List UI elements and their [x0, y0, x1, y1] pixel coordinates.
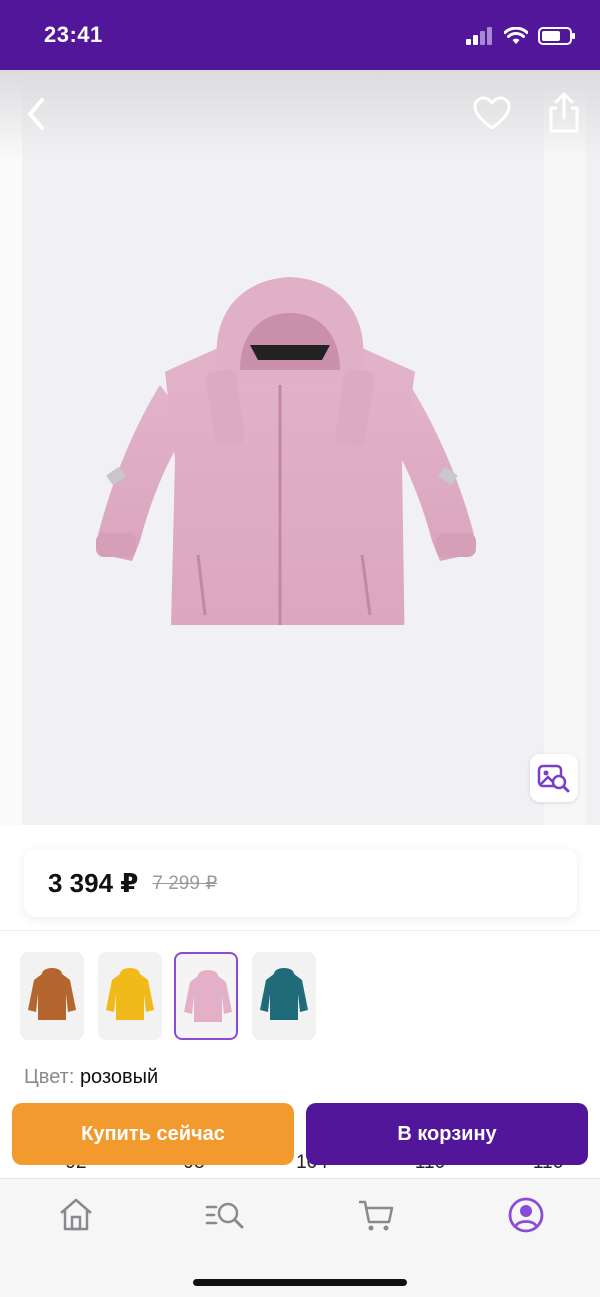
- nav-cart[interactable]: [356, 1195, 396, 1235]
- swatch-yellow[interactable]: [98, 952, 162, 1040]
- back-button[interactable]: [22, 94, 52, 134]
- product-gallery[interactable]: [0, 70, 600, 825]
- catalog-search-icon: [205, 1202, 244, 1229]
- share-button[interactable]: [546, 92, 582, 134]
- section-divider: [0, 930, 600, 931]
- nav-home[interactable]: [56, 1195, 96, 1235]
- buy-now-button[interactable]: Купить сейчас: [12, 1103, 294, 1165]
- swatch-brown[interactable]: [20, 952, 84, 1040]
- color-value: розовый: [79, 1066, 159, 1088]
- profile-icon: [508, 1197, 544, 1233]
- visual-search-button[interactable]: [530, 754, 578, 802]
- old-price: 7 299 ₽: [152, 872, 218, 894]
- home-indicator: [193, 1279, 407, 1286]
- gallery-edge-right: [544, 70, 586, 825]
- swatch-jacket-teal: [260, 968, 308, 1020]
- wifi-icon: [504, 27, 528, 44]
- battery-icon: [538, 27, 575, 45]
- swatch-teal[interactable]: [252, 952, 316, 1040]
- heart-icon: [473, 96, 511, 130]
- status-icons: [466, 24, 576, 48]
- color-info: Цвет: розовый: [24, 1066, 158, 1089]
- favorite-button[interactable]: [472, 94, 512, 134]
- swatch-jacket-pink: [184, 970, 232, 1022]
- add-to-cart-button[interactable]: В корзину: [306, 1103, 588, 1165]
- status-bar: 23:41: [0, 0, 600, 70]
- home-icon: [60, 1198, 92, 1231]
- gallery-edge: [0, 70, 22, 825]
- signal-icon: [466, 27, 492, 45]
- swatch-jacket-brown: [28, 968, 76, 1020]
- swatch-jacket-yellow: [106, 968, 154, 1020]
- color-label: Цвет:: [24, 1066, 75, 1088]
- image-search-icon: [537, 764, 570, 793]
- status-time: 23:41: [44, 22, 103, 47]
- current-price: 3 394 ₽: [48, 867, 139, 898]
- cart-icon: [359, 1200, 394, 1231]
- share-icon: [549, 92, 579, 133]
- swatch-pink[interactable]: [174, 952, 238, 1040]
- product-image-jacket[interactable]: [90, 265, 490, 625]
- nav-profile[interactable]: [506, 1195, 546, 1235]
- price-card: 3 394 ₽ 7 299 ₽: [24, 849, 577, 917]
- chevron-left-icon: [28, 98, 44, 130]
- nav-catalog[interactable]: [204, 1195, 244, 1235]
